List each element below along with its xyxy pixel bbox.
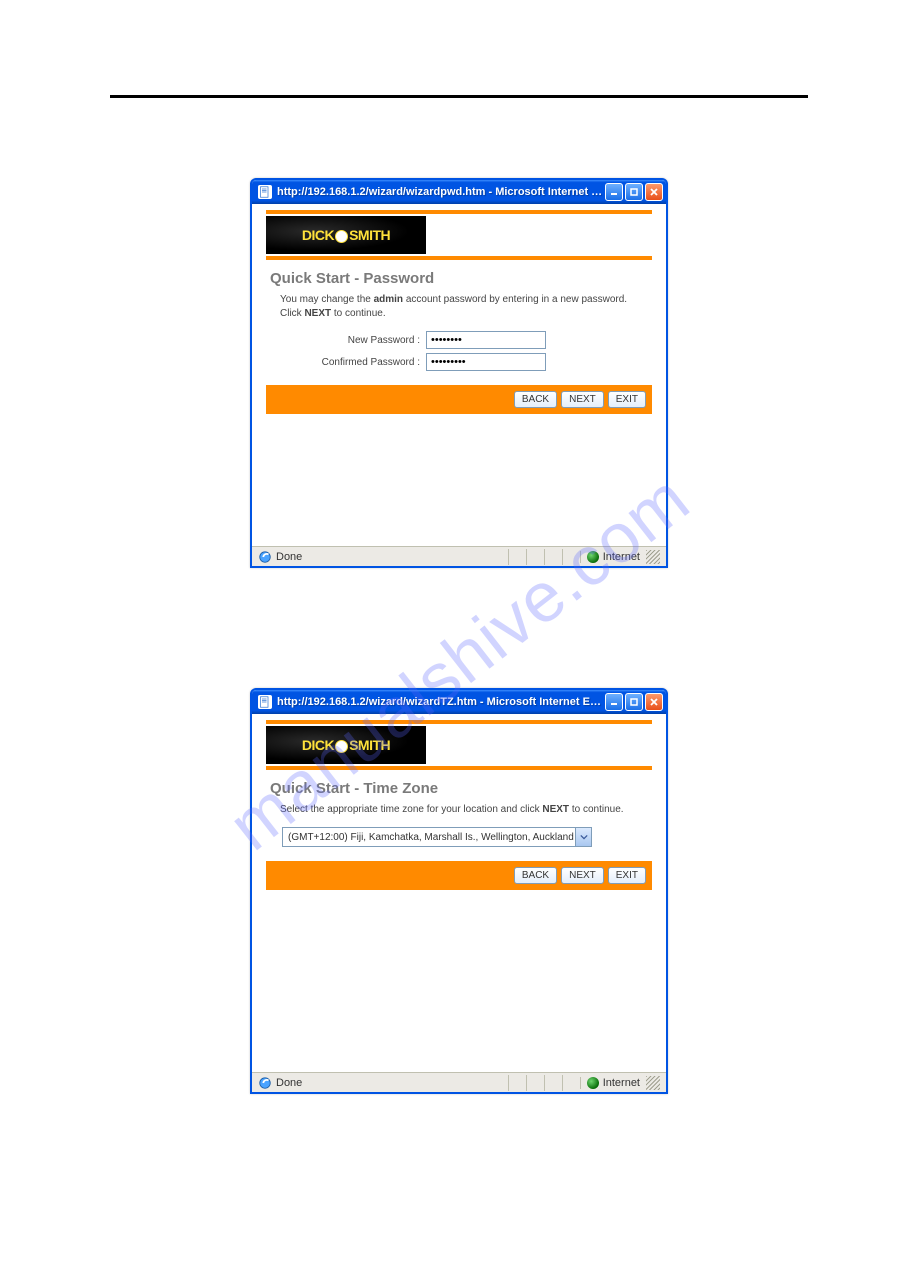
title-bar[interactable]: http://192.168.1.2/wizard/wizardpwd.htm … (252, 180, 666, 204)
maximize-button[interactable] (625, 183, 643, 201)
logo-text-right: SMITH (349, 227, 390, 243)
divider-rule (110, 95, 808, 98)
status-zone-text: Internet (603, 1077, 640, 1089)
maximize-button[interactable] (625, 693, 643, 711)
back-button[interactable]: BACK (514, 867, 557, 884)
status-zone-text: Internet (603, 551, 640, 563)
page-heading: Quick Start - Time Zone (270, 780, 648, 797)
window-title: http://192.168.1.2/wizard/wizardpwd.htm … (277, 186, 605, 198)
orange-divider (266, 766, 652, 770)
page-heading: Quick Start - Password (270, 270, 648, 287)
close-button[interactable] (645, 693, 663, 711)
new-password-label: New Password : (256, 335, 426, 346)
browser-window-password: http://192.168.1.2/wizard/wizardpwd.htm … (250, 178, 668, 568)
logo-badge-icon (335, 740, 348, 753)
exit-button[interactable]: EXIT (608, 867, 646, 884)
ie-status-icon (258, 550, 272, 564)
logo-text-left: DICK (302, 737, 334, 753)
orange-divider (266, 720, 652, 724)
ie-status-icon (258, 1076, 272, 1090)
orange-divider (266, 210, 652, 214)
instruction-text: You may change the admin account passwor… (280, 293, 638, 321)
window-title: http://192.168.1.2/wizard/wizardTZ.htm -… (277, 696, 605, 708)
minimize-button[interactable] (605, 183, 623, 201)
status-bar: Done Internet (252, 1072, 666, 1092)
new-password-input[interactable] (426, 331, 546, 349)
logo-text-left: DICK (302, 227, 334, 243)
dicksmith-logo: DICK SMITH (266, 216, 426, 254)
confirm-password-input[interactable] (426, 353, 546, 371)
dicksmith-logo: DICK SMITH (266, 726, 426, 764)
title-bar[interactable]: http://192.168.1.2/wizard/wizardTZ.htm -… (252, 690, 666, 714)
minimize-button[interactable] (605, 693, 623, 711)
close-button[interactable] (645, 183, 663, 201)
instruction-text: Select the appropriate time zone for you… (280, 803, 638, 817)
logo-text-right: SMITH (349, 737, 390, 753)
resize-grip-icon[interactable] (646, 1076, 660, 1090)
ie-page-icon (258, 695, 272, 709)
status-done-text: Done (276, 551, 302, 563)
next-button[interactable]: NEXT (561, 391, 604, 408)
ie-page-icon (258, 185, 272, 199)
browser-window-timezone: http://192.168.1.2/wizard/wizardTZ.htm -… (250, 688, 668, 1094)
orange-divider (266, 256, 652, 260)
button-bar: BACK NEXT EXIT (266, 861, 652, 890)
next-button[interactable]: NEXT (561, 867, 604, 884)
timezone-value: (GMT+12:00) Fiji, Kamchatka, Marshall Is… (283, 832, 575, 843)
button-bar: BACK NEXT EXIT (266, 385, 652, 414)
back-button[interactable]: BACK (514, 391, 557, 408)
globe-icon (587, 1077, 599, 1089)
resize-grip-icon[interactable] (646, 550, 660, 564)
status-bar: Done Internet (252, 546, 666, 566)
logo-badge-icon (335, 230, 348, 243)
exit-button[interactable]: EXIT (608, 391, 646, 408)
globe-icon (587, 551, 599, 563)
status-done-text: Done (276, 1077, 302, 1089)
confirm-password-label: Confirmed Password : (256, 357, 426, 368)
timezone-select[interactable]: (GMT+12:00) Fiji, Kamchatka, Marshall Is… (282, 827, 592, 847)
dropdown-icon[interactable] (575, 828, 591, 846)
